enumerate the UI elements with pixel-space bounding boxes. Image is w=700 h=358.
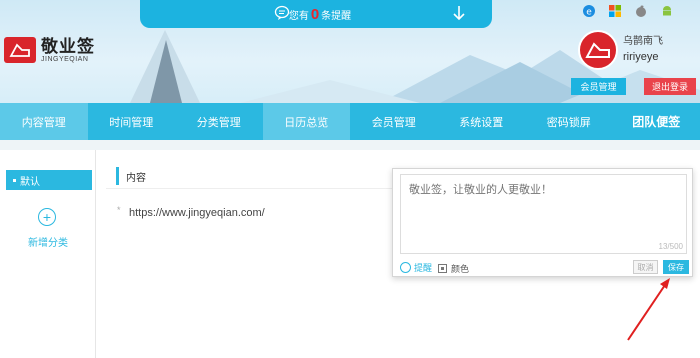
sidebar: 默认 + 新增分类: [0, 150, 96, 358]
apple-icon[interactable]: [634, 4, 648, 18]
svg-text:e: e: [586, 8, 592, 18]
avatar-logo-icon: [585, 42, 610, 58]
user-name-cn: 乌鹊南飞: [623, 36, 663, 47]
remind-label: 提醒: [414, 263, 433, 273]
clock-icon: [400, 262, 411, 273]
nav-item-lock[interactable]: 密码锁屏: [525, 103, 613, 140]
notification-count: 0: [310, 5, 320, 23]
message-bubble-icon: [274, 5, 290, 20]
bullet-icon: [13, 178, 16, 182]
list-item[interactable]: https://www.jingyeqian.com/: [129, 207, 265, 219]
add-category-icon[interactable]: +: [38, 208, 56, 226]
content-header: 内容: [116, 167, 146, 185]
logo-name-en: JINGYEQIAN: [41, 55, 89, 63]
divider: [106, 188, 406, 189]
char-counter: 13/500: [658, 242, 683, 251]
logo-mark-icon: [4, 37, 36, 63]
color-square-icon: [438, 264, 447, 273]
sidebar-item-default[interactable]: 默认: [6, 170, 92, 190]
save-button[interactable]: 保存: [663, 260, 689, 274]
color-button[interactable]: 颜色: [438, 262, 469, 275]
note-input[interactable]: [400, 174, 687, 254]
logo-name-cn: 敬业签: [41, 36, 95, 56]
add-category-button[interactable]: 新增分类: [0, 234, 96, 249]
list-bullet-icon: *: [117, 205, 121, 215]
avatar[interactable]: [578, 30, 618, 70]
user-name-en: ririyeye: [623, 51, 659, 63]
nav-item-time[interactable]: 时间管理: [88, 103, 176, 140]
main-nav: 内容管理 时间管理 分类管理 日历总览 会员管理 系统设置 密码锁屏 团队便签: [0, 103, 700, 140]
ie-icon[interactable]: e: [582, 4, 596, 18]
notification-bar[interactable]: 您有 0 条提醒: [140, 0, 492, 28]
nav-item-category[interactable]: 分类管理: [175, 103, 263, 140]
member-management-button[interactable]: 会员管理: [571, 78, 626, 95]
logo[interactable]: 敬业签 JINGYEQIAN: [4, 37, 95, 63]
notification-suffix: 条提醒: [321, 10, 352, 22]
notification-prefix: 您有: [288, 10, 309, 22]
android-icon[interactable]: [660, 4, 674, 18]
nav-item-content[interactable]: 内容管理: [0, 103, 88, 140]
sidebar-item-label: 默认: [20, 176, 40, 188]
platform-links: e: [582, 4, 674, 18]
header-banner: 您有 0 条提醒 敬业签 JINGYEQIAN e 乌鹊南飞 ririyeye …: [0, 0, 700, 103]
nav-item-member[interactable]: 会员管理: [350, 103, 438, 140]
note-editor-popup: 13/500 提醒 颜色 取消 保存: [392, 168, 693, 277]
nav-item-team[interactable]: 团队便签: [613, 103, 700, 140]
color-label: 颜色: [451, 264, 470, 274]
nav-item-calendar[interactable]: 日历总览: [262, 103, 350, 140]
cancel-button[interactable]: 取消: [633, 260, 658, 274]
nav-item-settings[interactable]: 系统设置: [438, 103, 526, 140]
sub-strip: [0, 140, 700, 150]
remind-button[interactable]: 提醒: [400, 261, 432, 274]
arrow-down-icon[interactable]: [452, 5, 466, 21]
windows-icon[interactable]: [608, 4, 622, 18]
logout-button[interactable]: 退出登录: [644, 78, 696, 95]
